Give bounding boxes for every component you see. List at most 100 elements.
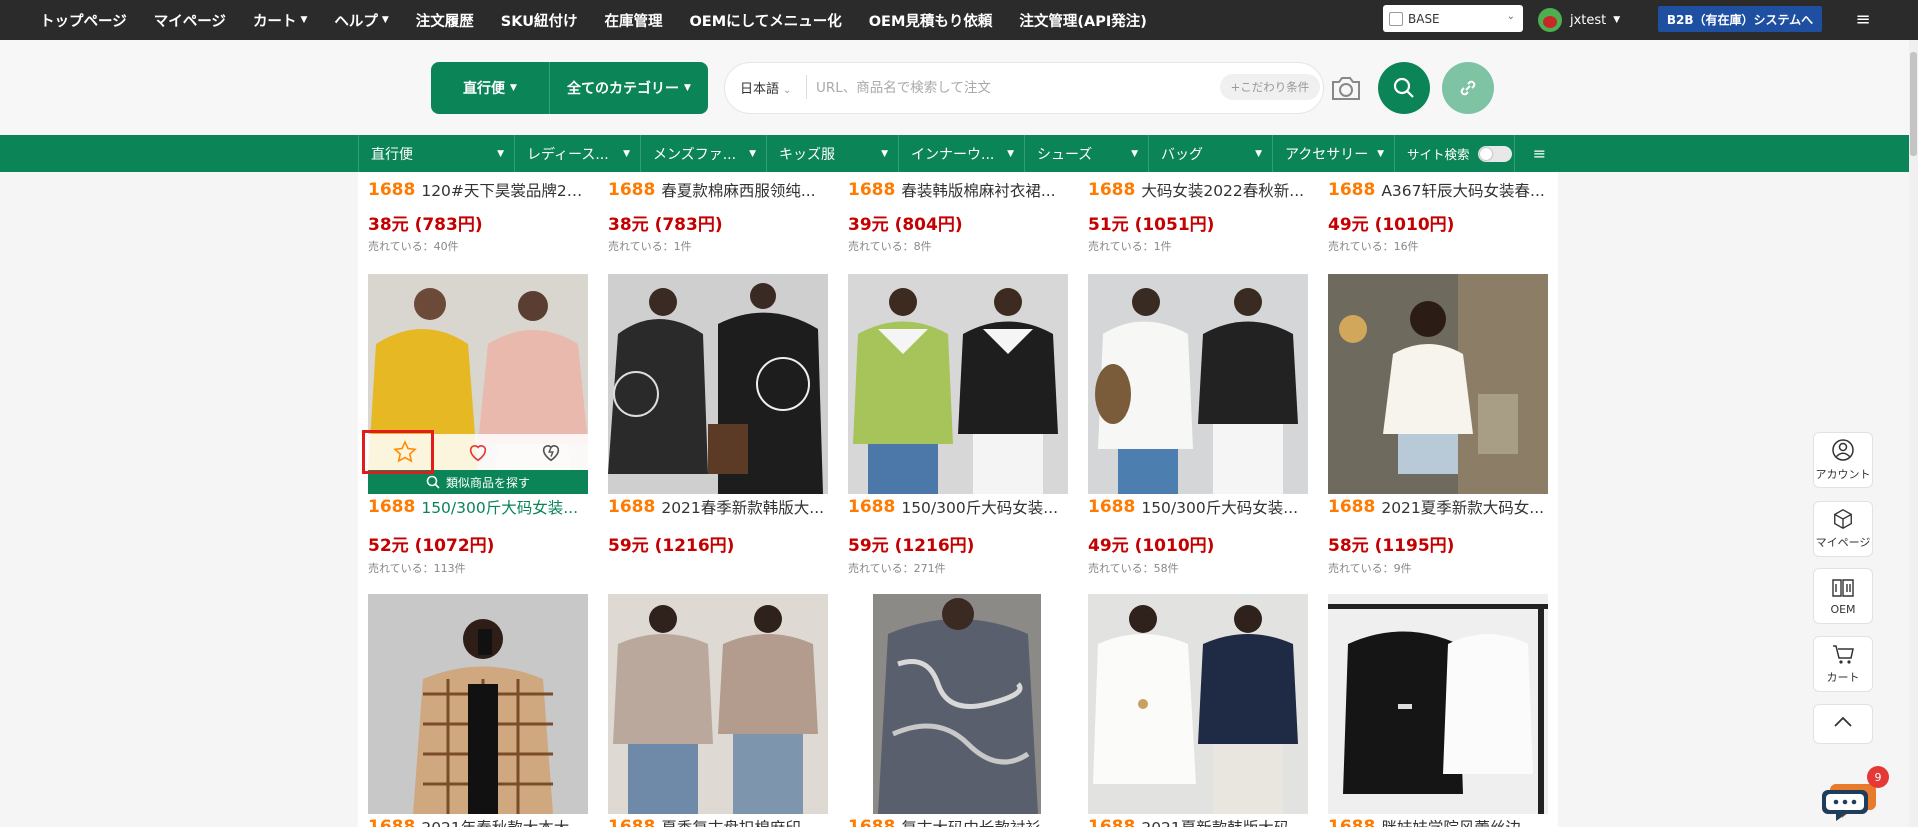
- cat-shoes[interactable]: シューズ ▼: [1024, 135, 1148, 172]
- oem-icon: [1832, 578, 1854, 597]
- caret-down-icon: ▼: [749, 149, 756, 159]
- title-text: 150/300斤大码女装...: [901, 499, 1059, 517]
- cat-accessories[interactable]: アクセサリー ▼: [1272, 135, 1394, 172]
- product-title[interactable]: 1688 150/300斤大码女装...: [848, 496, 1068, 518]
- link-search-button[interactable]: [1442, 62, 1494, 114]
- product-title[interactable]: 1688 春装韩版棉麻衬衣裙...: [848, 179, 1068, 201]
- source-label: 1688: [1088, 817, 1136, 827]
- product-price: 38元 (783円): [608, 215, 723, 235]
- product-title[interactable]: 1688 2021春季新款韩版大...: [608, 496, 828, 518]
- scrollbar-track[interactable]: [1909, 40, 1918, 827]
- caret-down-icon: ▼: [1131, 149, 1138, 159]
- language-label: 日本語: [740, 82, 780, 97]
- nav-oem-menu[interactable]: OEMにしてメニュー化: [689, 10, 841, 31]
- dislike-button[interactable]: [515, 434, 588, 470]
- account-label: アカウント: [1815, 468, 1871, 481]
- user-menu[interactable]: jxtest ▼: [1538, 8, 1620, 32]
- product-grid: 1688 120#天下昊裳品牌20... 38元 (783円) 売れている：40件…: [358, 172, 1558, 827]
- language-select[interactable]: 日本語 ⌄: [740, 78, 791, 97]
- cat-ladies[interactable]: レディース... ▼: [514, 135, 640, 172]
- product-image[interactable]: [1088, 274, 1308, 494]
- product-title[interactable]: 1688 复古大码中长款衬衫...: [848, 816, 1068, 827]
- kodawari-filter-button[interactable]: +こだわり条件: [1220, 74, 1320, 100]
- store-logo-icon: [1389, 11, 1403, 26]
- menu-icon[interactable]: ≡: [1514, 135, 1564, 172]
- product-title[interactable]: 1688 120#天下昊裳品牌20...: [368, 179, 588, 201]
- title-text: 春夏款棉麻西服领纯...: [661, 182, 816, 200]
- product-price: 51元 (1051円): [1088, 215, 1215, 235]
- cat-mens[interactable]: メンズファ... ▼: [640, 135, 766, 172]
- product-image[interactable]: [848, 274, 1068, 494]
- product-title[interactable]: 1688 2021夏新款韩版大码...: [1088, 816, 1308, 827]
- cat-kids[interactable]: キッズ服 ▼: [766, 135, 898, 172]
- chat-badge: 9: [1867, 766, 1889, 788]
- search-button[interactable]: [1378, 62, 1430, 114]
- chevron-down-icon: ⌄: [783, 85, 792, 96]
- like-button[interactable]: [441, 434, 514, 470]
- account-button[interactable]: アカウント: [1813, 432, 1873, 488]
- source-label: 1688: [1328, 817, 1376, 827]
- title-text: 120#天下昊裳品牌20...: [421, 182, 588, 200]
- mypage-button[interactable]: マイページ: [1813, 501, 1873, 557]
- product-title[interactable]: 1688 2021夏季新款大码女...: [1328, 496, 1548, 518]
- nav-label: 注文履歴: [415, 13, 474, 30]
- caret-down-icon: ▼: [300, 15, 308, 25]
- nav-my-page[interactable]: マイページ: [154, 10, 226, 31]
- nav-cart[interactable]: カート ▼: [253, 10, 307, 31]
- oem-label: OEM: [1830, 602, 1856, 616]
- product-image[interactable]: [368, 594, 588, 814]
- product-image[interactable]: [848, 594, 1068, 814]
- product-title[interactable]: 1688 春夏款棉麻西服领纯...: [608, 179, 828, 201]
- product-title[interactable]: 1688 胖妹妹学院风蕾丝边...: [1328, 816, 1548, 827]
- heart-icon: [469, 445, 487, 462]
- product-title[interactable]: 1688 150/300斤大码女装...: [368, 496, 588, 518]
- nav-help[interactable]: ヘルプ ▼: [334, 10, 388, 31]
- site-search-toggle[interactable]: [1478, 146, 1512, 162]
- product-price: 59元 (1216円): [848, 536, 975, 556]
- cat-label: バッグ: [1161, 146, 1203, 163]
- nav-top-page[interactable]: トップページ: [40, 10, 127, 31]
- product-price: 59元 (1216円): [608, 536, 735, 556]
- source-label: 1688: [1088, 497, 1136, 517]
- nav-oem-quote[interactable]: OEM見積もり依頼: [869, 10, 993, 31]
- product-image[interactable]: [1328, 274, 1548, 494]
- cat-bags[interactable]: バッグ ▼: [1148, 135, 1272, 172]
- nav-inventory[interactable]: 在庫管理: [604, 10, 662, 31]
- nav-label: SKU紐付け: [500, 13, 578, 30]
- product-title[interactable]: 1688 A367轩辰大码女装春...: [1328, 179, 1548, 201]
- sold-count: 売れている：1件: [1088, 240, 1172, 253]
- product-title[interactable]: 1688 150/300斤大码女装...: [1088, 496, 1308, 518]
- top-navigation: トップページ マイページ カート ▼ ヘルプ ▼ 注文履歴 SKU紐付け 在庫管理 …: [0, 0, 1918, 40]
- cart-button[interactable]: カート: [1813, 636, 1873, 692]
- scroll-top-button[interactable]: [1813, 704, 1873, 744]
- similar-label: 類似商品を探す: [445, 475, 530, 490]
- oem-button[interactable]: OEM: [1813, 568, 1873, 624]
- b2b-system-button[interactable]: B2B（有在庫）システムへ: [1658, 6, 1822, 32]
- product-image[interactable]: [608, 594, 828, 814]
- scrollbar-thumb[interactable]: [1910, 52, 1917, 156]
- product-price: 58元 (1195円): [1328, 536, 1455, 556]
- caret-down-icon: ▼: [623, 149, 630, 159]
- cat-direct[interactable]: 直行便 ▼: [358, 135, 514, 172]
- product-price: 52元 (1072円): [368, 536, 495, 556]
- menu-icon[interactable]: ≡: [1853, 10, 1873, 30]
- product-title[interactable]: 1688 2021年春秋款大本大...: [368, 816, 588, 827]
- product-image[interactable]: [608, 274, 828, 494]
- cat-innerwear[interactable]: インナーウ... ▼: [898, 135, 1024, 172]
- product-price: 49元 (1010円): [1328, 215, 1455, 235]
- product-title[interactable]: 1688 大码女装2022春秋新...: [1088, 179, 1308, 201]
- camera-icon[interactable]: [1328, 70, 1364, 106]
- product-title[interactable]: 1688 夏季复古盘扣棉麻印...: [608, 816, 828, 827]
- box-icon: [1834, 509, 1852, 529]
- category-dropdown[interactable]: 全てのカテゴリー ▼: [550, 62, 708, 114]
- nav-order-api[interactable]: 注文管理(API発注): [1019, 10, 1147, 31]
- product-image[interactable]: [1088, 594, 1308, 814]
- product-image[interactable]: [1328, 594, 1548, 814]
- search-input[interactable]: [816, 72, 1206, 104]
- direct-delivery-dropdown[interactable]: 直行便 ▼: [431, 62, 550, 114]
- store-select[interactable]: BASE ⌄: [1383, 5, 1523, 32]
- nav-sku-link[interactable]: SKU紐付け: [501, 10, 578, 31]
- caret-down-icon: ▼: [881, 149, 888, 159]
- broken-heart-icon: [543, 445, 560, 462]
- nav-order-history[interactable]: 注文履歴: [416, 10, 474, 31]
